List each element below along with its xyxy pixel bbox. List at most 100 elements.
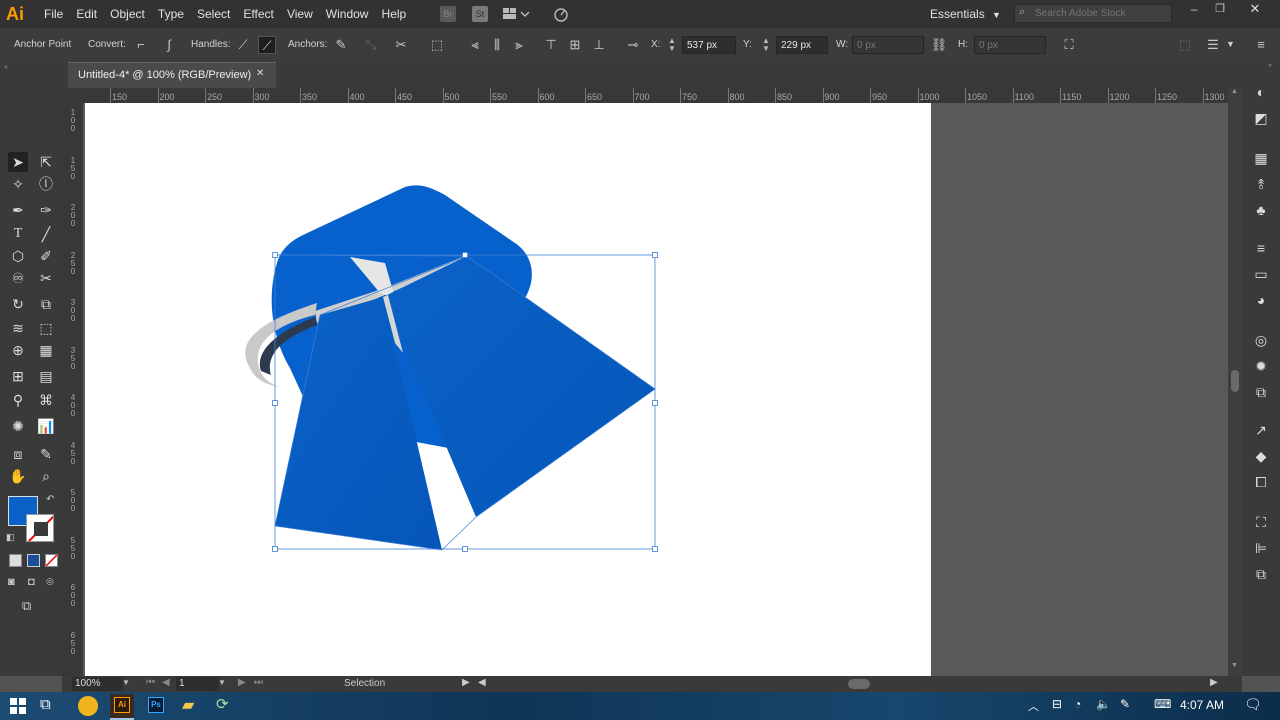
scroll-left-icon[interactable]: ◀ <box>478 677 486 688</box>
color-mode-icon[interactable] <box>9 554 22 567</box>
swatches-panel-icon[interactable]: ▦ <box>1251 148 1271 168</box>
direct-selection-tool-icon[interactable]: ⇱ <box>36 152 56 172</box>
gradient-panel-icon[interactable]: ▭ <box>1251 264 1271 284</box>
panel-chevron-icon[interactable]: ▼ <box>1226 39 1235 49</box>
layers-panel-icon[interactable]: ◆ <box>1251 446 1271 466</box>
artboard-tool-icon[interactable]: ⧈ <box>8 444 28 464</box>
paintbrush-tool-icon[interactable]: ✐ <box>36 246 56 266</box>
reference-point-icon[interactable]: ⊸ <box>624 36 642 54</box>
convert-smooth-icon[interactable]: ∫ <box>160 36 178 54</box>
scroll-down-icon[interactable]: ▼ <box>1231 662 1238 669</box>
magic-wand-tool-icon[interactable]: ✧ <box>8 174 28 194</box>
brushes-panel-icon[interactable]: ⥉ <box>1251 174 1271 194</box>
gradient-tool-icon[interactable]: ▤ <box>36 366 56 386</box>
expand-panels-icon[interactable]: » <box>1268 62 1272 69</box>
clock[interactable]: 4:07 AM <box>1180 698 1224 712</box>
wifi-icon[interactable]: ◔ <box>1074 697 1081 711</box>
free-transform-tool-icon[interactable]: ⬚ <box>36 318 56 338</box>
menu-file[interactable]: File <box>44 0 73 28</box>
close-tab-icon[interactable]: ✕ <box>256 68 264 79</box>
restore-button[interactable]: ❐ <box>1210 2 1230 18</box>
search-input[interactable] <box>1035 6 1167 21</box>
menu-view[interactable]: View <box>287 0 323 28</box>
align-panel-icon[interactable]: ⊫ <box>1251 538 1271 558</box>
stroke-color-swatch[interactable] <box>26 514 54 542</box>
transparency-panel-icon[interactable]: ◕ <box>1251 290 1271 310</box>
convert-corner-icon[interactable]: ⌐ <box>132 36 150 54</box>
connect-anchors-icon[interactable]: ⤡ <box>362 36 380 54</box>
show-hidden-icons-icon[interactable]: ︿ <box>1028 698 1039 714</box>
swap-fill-stroke-icon[interactable]: ↶ <box>46 494 54 505</box>
line-tool-icon[interactable]: ╱ <box>36 224 56 244</box>
transform-icon[interactable]: ⬚ <box>428 36 446 54</box>
panel-menu-icon[interactable]: ☰ <box>1204 36 1222 54</box>
task-view-icon[interactable]: ⧉ <box>40 696 51 713</box>
align-bottom-icon[interactable]: ⊥ <box>590 36 608 54</box>
menu-object[interactable]: Object <box>110 0 155 28</box>
symbols-panel-icon[interactable]: ♣ <box>1251 200 1271 220</box>
perspective-grid-tool-icon[interactable]: ▦ <box>36 340 56 360</box>
horizontal-scroll-thumb[interactable] <box>848 679 870 689</box>
bridge-button[interactable]: Br <box>440 6 456 22</box>
artboard-dropdown-icon[interactable]: ▼ <box>218 678 226 687</box>
windows-start-icon[interactable] <box>10 698 26 717</box>
minimize-button[interactable]: ‒ <box>1184 2 1204 18</box>
shape-builder-tool-icon[interactable]: ⊕ <box>8 340 28 360</box>
arrange-documents-icon[interactable] <box>503 7 531 24</box>
polygon-tool-icon[interactable]: ⬡ <box>8 246 28 266</box>
artboards-panel-icon[interactable]: ⧠ <box>1251 472 1271 492</box>
zoom-dropdown-icon[interactable]: ▼ <box>122 678 130 687</box>
h-field[interactable]: 0 px <box>974 36 1046 54</box>
warp-tool-icon[interactable]: ≋ <box>8 318 28 338</box>
control-options-icon[interactable]: ≡ <box>1252 36 1270 54</box>
lasso-tool-icon[interactable]: ⓛ <box>36 174 56 194</box>
graph-tool-icon[interactable]: 📊 <box>36 416 56 436</box>
vertical-scroll-thumb[interactable] <box>1231 370 1239 392</box>
recolor-icon[interactable]: ⬚ <box>1176 36 1194 54</box>
gpu-performance-icon[interactable] <box>552 6 570 25</box>
vertical-scrollbar[interactable]: ▲ ▼ <box>1228 88 1242 676</box>
graphic-styles-icon[interactable]: ✹ <box>1251 356 1271 376</box>
menu-edit[interactable]: Edit <box>76 0 107 28</box>
chrome-taskbar-icon[interactable] <box>78 696 98 716</box>
x-field[interactable]: 537 px <box>682 36 736 54</box>
curvature-tool-icon[interactable]: ✑ <box>36 200 56 220</box>
slice-tool-icon[interactable]: ✎ <box>36 444 56 464</box>
menu-effect[interactable]: Effect <box>243 0 283 28</box>
pathfinder-panel-icon[interactable]: ⧉ <box>1251 564 1271 584</box>
transform-panel-icon[interactable]: ⛶ <box>1251 512 1271 532</box>
document-tab[interactable]: Untitled-4* @ 100% (RGB/Preview) ✕ <box>68 62 276 89</box>
scroll-right-icon[interactable]: ▶ <box>1210 677 1218 688</box>
x-stepper-icon[interactable]: ▲ ▼ <box>668 37 676 53</box>
color-panel-icon[interactable]: ◐ <box>1251 82 1271 102</box>
draw-inside-icon[interactable]: ◎ <box>46 576 54 587</box>
align-hcenter-icon[interactable]: ⫼ <box>488 36 506 54</box>
shaper-tool-icon[interactable]: ♾ <box>8 268 28 288</box>
align-vcenter-icon[interactable]: ⊞ <box>566 36 584 54</box>
app-logo[interactable]: Ai <box>6 3 30 25</box>
volume-icon[interactable]: 🔈 <box>1096 697 1111 711</box>
status-menu-icon[interactable]: ▶ <box>462 677 470 688</box>
hand-tool-icon[interactable]: ✋ <box>8 466 28 486</box>
default-colors-icon[interactable]: ◧ <box>6 532 15 543</box>
pen-tool-icon[interactable]: ✒ <box>8 200 28 220</box>
zoom-tool-icon[interactable]: ⌕ <box>36 466 56 486</box>
eyedropper-tool-icon[interactable]: ⚲ <box>8 390 28 410</box>
constrain-link-icon[interactable]: ⛓ <box>930 36 948 54</box>
align-left-icon[interactable]: ⫷ <box>466 36 484 54</box>
photoshop-taskbar-icon[interactable]: Ps <box>148 697 164 713</box>
close-window-button[interactable]: ✕ <box>1242 1 1268 19</box>
illustrator-taskbar-icon[interactable]: Ai <box>110 694 134 720</box>
zoom-field[interactable]: 100% <box>72 677 123 691</box>
scale-tool-icon[interactable]: ⧉ <box>36 294 56 314</box>
keyboard-icon[interactable]: ⌨ <box>1154 697 1171 711</box>
stroke-panel-icon[interactable]: ≡ <box>1251 238 1271 258</box>
remove-anchor-icon[interactable]: ✎ <box>332 36 350 54</box>
menu-help[interactable]: Help <box>382 0 417 28</box>
symbol-sprayer-tool-icon[interactable]: ✺ <box>8 416 28 436</box>
y-field[interactable]: 229 px <box>776 36 828 54</box>
menu-select[interactable]: Select <box>197 0 240 28</box>
align-top-icon[interactable]: ⊤ <box>542 36 560 54</box>
menu-type[interactable]: Type <box>158 0 194 28</box>
cut-path-icon[interactable]: ✂ <box>392 36 410 54</box>
